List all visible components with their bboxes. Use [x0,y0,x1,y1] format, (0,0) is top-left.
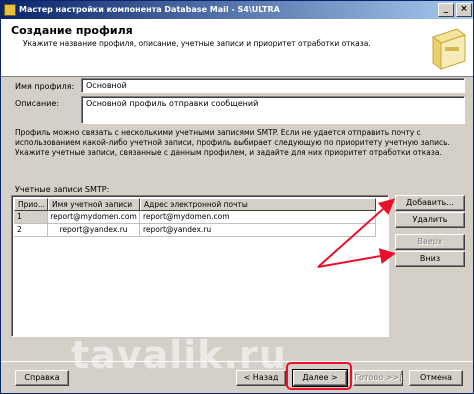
minimize-button[interactable]: _ [438,3,454,17]
close-icon[interactable]: × [456,3,472,17]
cell-priority: 2 [14,224,48,237]
cell-priority: 1 [14,211,48,224]
page-title: Создание профиля [11,24,133,37]
move-down-button[interactable]: Вниз [395,251,465,267]
cell-email: report@yandex.ru [140,224,376,237]
grid-header: Прио... Имя учетной записи Адрес электро… [14,198,376,211]
column-header-email[interactable]: Адрес электронной почты [140,198,376,211]
move-up-button[interactable]: Вверх [395,234,465,250]
page-subtitle: Укажите название профиля, описание, учет… [23,39,371,48]
help-button[interactable]: Справка [15,370,69,386]
cell-account-name: report@mydomen.com [48,211,140,224]
cell-email: report@mydomen.com [140,211,376,224]
window-title: Мастер настройки компонента Database Mai… [19,5,280,14]
profile-name-input[interactable]: Основной [81,78,465,93]
smtp-accounts-label: Учетные записи SMTP: [15,185,110,194]
smtp-info-text: Профиль можно связать с несколькими учет… [15,128,450,157]
cell-account-name: report@yandex.ru [48,224,140,237]
description-label: Описание: [15,99,60,108]
finish-button[interactable]: Готово >>| [353,370,403,386]
cancel-button[interactable]: Отмена [409,370,463,386]
next-button[interactable]: Далее > [292,369,348,387]
footer-divider [1,361,473,362]
title-bar[interactable]: Мастер настройки компонента Database Mai… [1,1,473,19]
profile-name-label: Имя профиля: [15,82,75,91]
delete-account-button[interactable]: Удалить [395,212,465,228]
add-account-button[interactable]: Добавить... [395,195,465,211]
wizard-graphic-icon [431,28,467,70]
wizard-header: Создание профиля Укажите название профил… [1,19,473,77]
smtp-accounts-grid[interactable]: Прио... Имя учетной записи Адрес электро… [11,195,389,337]
table-row[interactable]: 2 report@yandex.ru report@yandex.ru [14,224,376,237]
column-header-account-name[interactable]: Имя учетной записи [48,198,140,211]
description-input[interactable]: Основной профиль отправки сообщений [81,96,465,124]
column-header-priority[interactable]: Прио... [14,198,48,211]
wizard-window: Мастер настройки компонента Database Mai… [0,0,474,394]
back-button[interactable]: < Назад [236,370,286,386]
app-icon [4,4,16,16]
table-row[interactable]: 1 report@mydomen.com report@mydomen.com [14,211,376,224]
